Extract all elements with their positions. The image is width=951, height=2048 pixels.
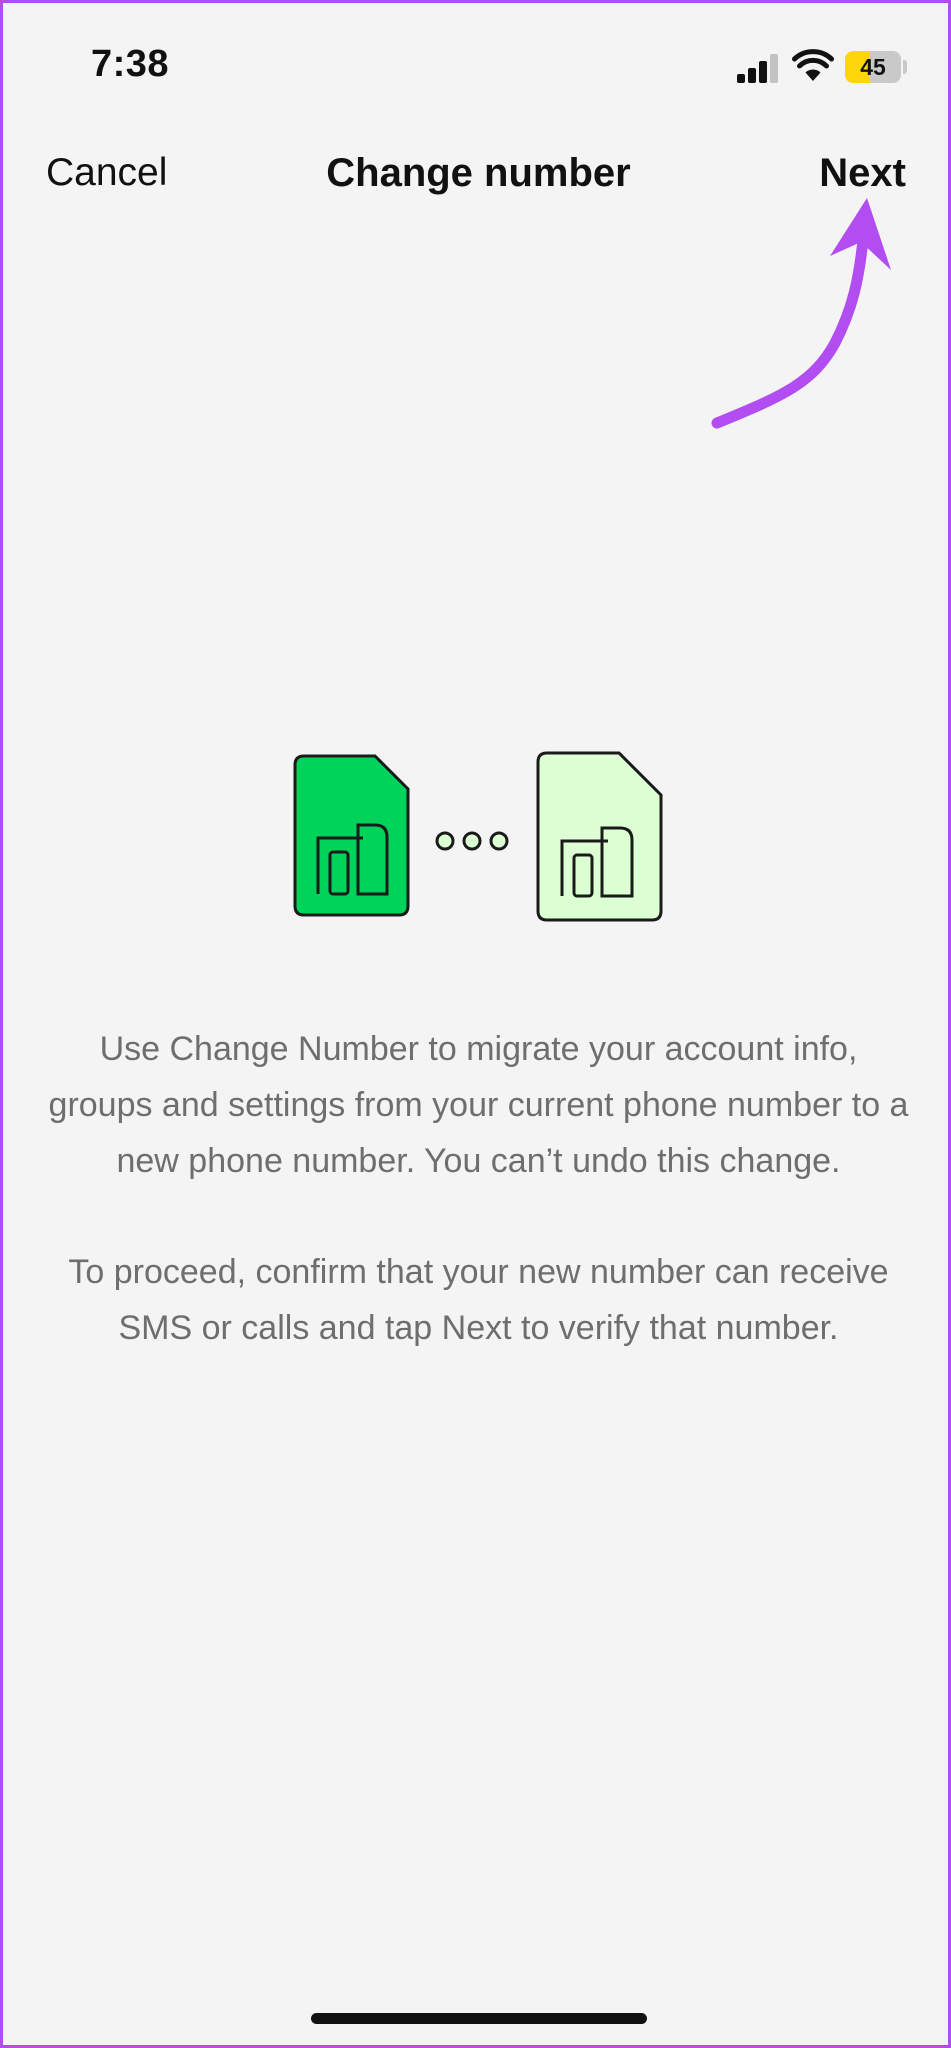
sim-card-icon-new <box>536 751 663 922</box>
dots-icon <box>435 831 509 851</box>
description: Use Change Number to migrate your accoun… <box>43 1021 914 1356</box>
next-button[interactable]: Next <box>819 151 906 196</box>
home-indicator[interactable] <box>311 2013 647 2024</box>
sim-transfer-illustration <box>293 751 663 922</box>
description-paragraph-1: Use Change Number to migrate your accoun… <box>48 1030 909 1180</box>
screen-frame: 7:38 45 Cancel Change number Next Use Ch… <box>0 0 951 2048</box>
sim-card-icon-current <box>293 754 410 917</box>
description-paragraph-2: To proceed, confirm that your new number… <box>68 1253 889 1347</box>
status-bar: 7:38 45 <box>3 3 948 123</box>
battery-level: 45 <box>860 53 886 80</box>
status-time: 7:38 <box>91 43 170 85</box>
signal-icon <box>737 54 778 83</box>
battery-icon: 45 <box>845 51 901 83</box>
battery-tip <box>903 60 907 74</box>
arrow-pointer-icon <box>711 198 891 429</box>
cancel-button[interactable]: Cancel <box>46 151 167 195</box>
wifi-icon <box>792 49 834 81</box>
